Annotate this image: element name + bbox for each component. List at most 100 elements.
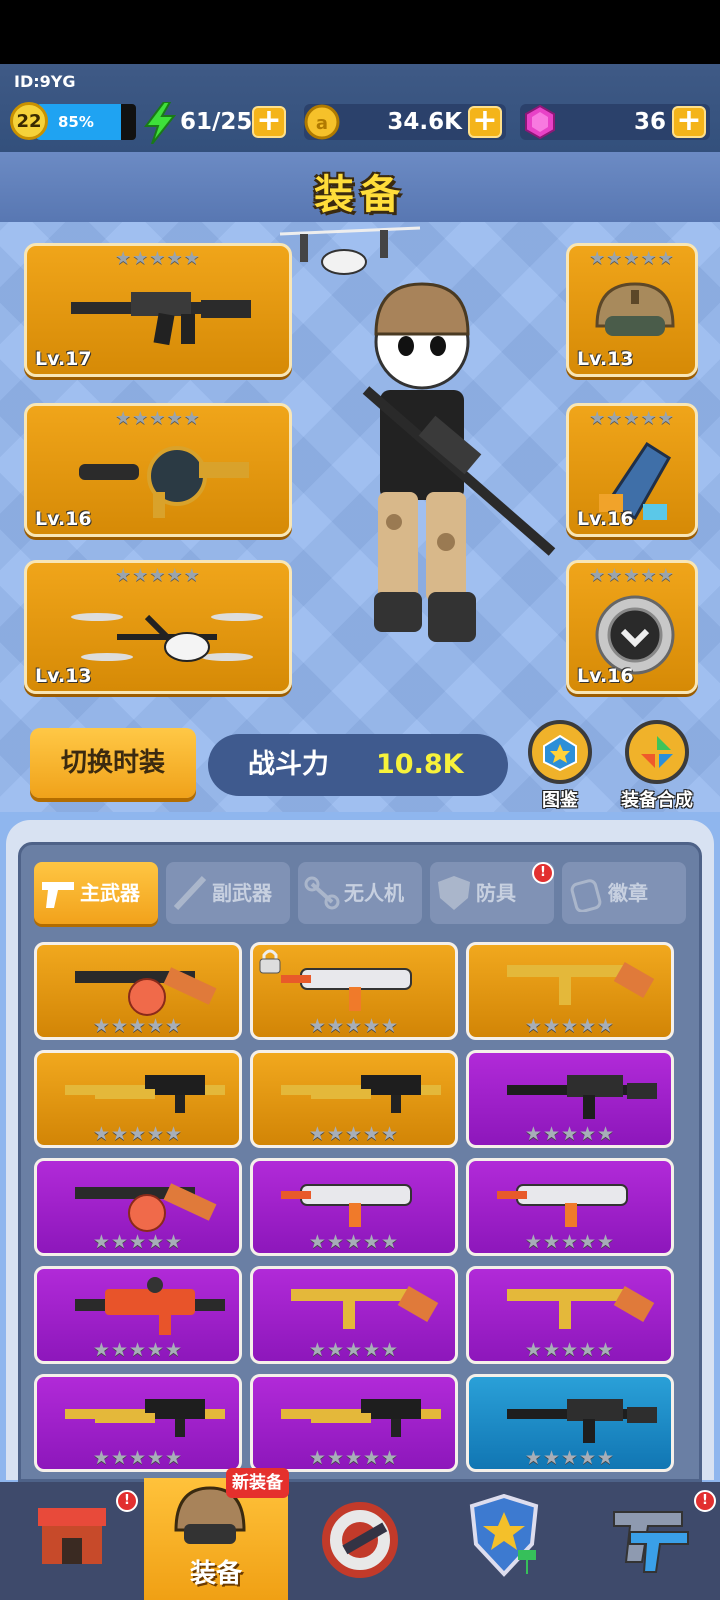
item-stars: ★★★★★	[92, 1123, 184, 1145]
white-rifle-icon	[497, 1184, 628, 1227]
nav-arsenal[interactable]: !	[576, 1482, 720, 1600]
machine-gun-icon	[65, 1075, 225, 1113]
gem-icon	[525, 104, 555, 140]
codex-label: 图鉴	[542, 790, 578, 811]
tommy-gun-icon	[507, 961, 655, 1005]
inventory-item[interactable]: ★★★★★	[34, 1374, 242, 1472]
dog-tag-icon	[570, 879, 602, 912]
tommy-gun-icon	[291, 1285, 439, 1329]
gem-counter: 36 +	[520, 104, 710, 140]
lightning-icon	[144, 102, 176, 144]
slot-stars: ★★★★★	[115, 565, 201, 586]
inventory-item[interactable]: ★★★★★	[250, 1158, 458, 1256]
item-stars: ★★★★★	[308, 1015, 400, 1037]
slot-armor[interactable]: ★★★★★ Lv.16	[566, 403, 698, 537]
slot-drone[interactable]: ★★★★★ Lv.13	[24, 560, 292, 694]
inventory-item[interactable]: ★★★★★	[466, 1374, 674, 1472]
xp-percent: 85%	[58, 113, 94, 131]
page-title: 装备	[314, 172, 406, 218]
inventory-item[interactable]: ★★★★★	[466, 942, 674, 1040]
switch-outfit-button[interactable]: 切换时装	[30, 728, 196, 798]
red-rifle-icon	[75, 1277, 225, 1335]
resource-bar: ID:9YG 85% 22 61/25 + a 34.6K + 36 +	[0, 64, 720, 152]
item-stars: ★★★★★	[308, 1339, 400, 1361]
player-level-badge[interactable]: 22	[10, 102, 48, 140]
inventory-item[interactable]: ★★★★★	[250, 942, 458, 1040]
item-stars: ★★★★★	[524, 1015, 616, 1037]
item-stars: ★★★★★	[308, 1447, 400, 1469]
nav-shop[interactable]: !	[0, 1482, 144, 1600]
codex-button[interactable]: 图鉴	[522, 720, 598, 811]
white-rifle-icon	[281, 1184, 412, 1227]
machine-gun-icon	[65, 1399, 225, 1437]
inventory-item[interactable]: ★★★★★	[34, 1158, 242, 1256]
tab-badge[interactable]: 徽章	[562, 862, 686, 924]
machine-gun-icon	[281, 1399, 441, 1437]
rifle-icon	[173, 875, 207, 911]
inventory-item[interactable]: ★★★★★	[34, 1050, 242, 1148]
grenade-launcher-icon	[79, 446, 249, 518]
slot-helmet[interactable]: ★★★★★ Lv.13	[566, 243, 698, 377]
lock-icon	[259, 949, 281, 974]
tab-label: 防具	[476, 881, 516, 905]
inventory-item[interactable]: ★★★★★	[250, 1266, 458, 1364]
tab-primary-weapon[interactable]: 主武器	[34, 862, 158, 924]
inventory-item[interactable]: ★★★★★	[466, 1158, 674, 1256]
item-stars: ★★★★★	[524, 1339, 616, 1361]
machine-gun-icon	[281, 1075, 441, 1113]
drone-icon	[71, 613, 263, 662]
slot-primary-weapon[interactable]: ★★★★★ Lv.17	[24, 243, 292, 377]
inventory-item[interactable]: ★★★★★	[466, 1050, 674, 1148]
drone-icon	[304, 876, 340, 910]
white-rifle-icon	[281, 968, 412, 1011]
tommy-gun-icon	[507, 1285, 655, 1329]
inventory-item[interactable]: ★★★★★	[34, 942, 242, 1040]
nav-rank[interactable]	[432, 1482, 576, 1600]
energy-value: 61/25	[180, 109, 253, 135]
slot-level: Lv.17	[35, 348, 92, 370]
character-preview[interactable]	[270, 222, 570, 692]
equipment-synthesis-button[interactable]: 装备合成	[612, 720, 702, 811]
tab-secondary-weapon[interactable]: 副武器	[166, 862, 290, 924]
nav-target[interactable]	[288, 1482, 432, 1600]
add-energy-button[interactable]: +	[252, 106, 286, 138]
slot-level: Lv.16	[577, 508, 634, 530]
inventory-item[interactable]: ★★★★★	[466, 1266, 674, 1364]
player-id: ID:9YG	[14, 72, 76, 91]
assault-rifle-icon	[507, 1399, 657, 1443]
slot-stars: ★★★★★	[115, 408, 201, 429]
slot-stars: ★★★★★	[589, 408, 675, 429]
slot-level: Lv.13	[577, 348, 634, 370]
svg-text:a: a	[316, 113, 328, 134]
item-stars: ★★★★★	[308, 1231, 400, 1253]
slot-secondary-weapon[interactable]: ★★★★★ Lv.16	[24, 403, 292, 537]
drum-smg-icon	[75, 967, 217, 1016]
pistol-icon	[42, 882, 74, 908]
tab-drone[interactable]: 无人机	[298, 862, 422, 924]
coin-counter: a 34.6K +	[304, 104, 506, 140]
inventory-item[interactable]: ★★★★★	[34, 1266, 242, 1364]
tab-label: 副武器	[212, 881, 272, 905]
energy-counter: 61/25 +	[144, 102, 288, 144]
item-stars: ★★★★★	[524, 1231, 616, 1253]
new-equipment-badge: 新装备	[226, 1468, 289, 1498]
coin-value: 34.6K	[387, 109, 462, 135]
inventory-item[interactable]: ★★★★★	[250, 1050, 458, 1148]
shop-icon	[38, 1508, 106, 1564]
item-stars: ★★★★★	[92, 1015, 184, 1037]
synthesis-icon	[625, 720, 689, 784]
codex-icon	[528, 720, 592, 784]
shield-icon	[438, 876, 470, 910]
combat-power-value: 10.8K	[376, 749, 464, 780]
add-gems-button[interactable]: +	[672, 106, 706, 138]
add-coins-button[interactable]: +	[468, 106, 502, 138]
xp-bar: 85%	[36, 104, 136, 140]
slot-badge[interactable]: ★★★★★ Lv.16	[566, 560, 698, 694]
assault-rifle-icon	[507, 1075, 657, 1119]
status-bar	[0, 0, 720, 64]
coin-icon: a	[304, 104, 340, 140]
slot-level: Lv.16	[577, 665, 634, 687]
inventory-item[interactable]: ★★★★★	[250, 1374, 458, 1472]
armor-alert-badge: !	[532, 862, 554, 884]
slot-stars: ★★★★★	[589, 248, 675, 269]
